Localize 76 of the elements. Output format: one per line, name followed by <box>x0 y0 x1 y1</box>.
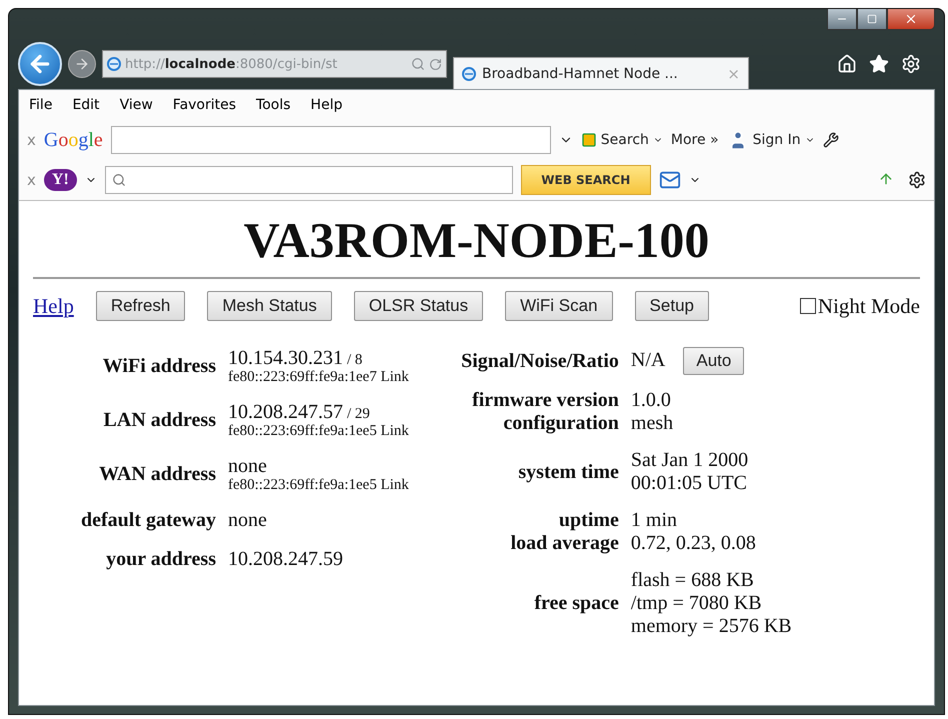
minimize-button[interactable] <box>827 9 857 30</box>
field-value: 1.0.0 <box>630 389 671 412</box>
field-value: 10.208.247.57 <box>228 401 343 424</box>
menu-item[interactable]: View <box>120 97 153 113</box>
netmask: / 8 <box>346 353 362 368</box>
forward-button[interactable] <box>68 50 96 78</box>
field-label: default gateway <box>81 509 216 532</box>
nav-button[interactable]: Mesh Status <box>207 291 332 321</box>
field-value: 00:01:05 UTC <box>630 472 748 495</box>
field-value: 10.154.30.231 <box>228 347 343 370</box>
nav-button[interactable]: OLSR Status <box>354 291 484 321</box>
field-value: none <box>228 509 267 532</box>
ipv6-address: fe80::223:69ff:fe9a:1ee5 Link <box>228 424 409 439</box>
arrow-icon[interactable] <box>878 171 894 187</box>
netmask: / 29 <box>346 407 370 422</box>
search-icon[interactable] <box>411 57 425 71</box>
field-label: free space <box>533 592 619 615</box>
close-button[interactable] <box>887 9 935 30</box>
menu-item[interactable]: Favorites <box>172 97 236 113</box>
mail-icon[interactable] <box>658 169 681 191</box>
field-value: N/A <box>630 349 666 372</box>
maximize-button[interactable] <box>857 9 887 30</box>
menu-item[interactable]: Tools <box>256 97 291 113</box>
search-field[interactable] <box>104 166 513 194</box>
field-value: memory = 2576 KB <box>630 615 792 638</box>
close-icon <box>904 12 918 26</box>
menu-item[interactable]: File <box>29 97 52 113</box>
maximize-icon <box>867 14 877 24</box>
address-field[interactable]: http://localnode:8080/cgi-bin/st <box>102 50 447 78</box>
field-label: configuration <box>502 412 619 435</box>
ipv6-address: fe80::223:69ff:fe9a:1ee5 Link <box>228 478 409 493</box>
tab-title: Broadband-Hamnet Node ... <box>482 66 679 82</box>
field-value: 1 min <box>630 509 678 532</box>
nav-button[interactable]: WiFi Scan <box>505 291 613 321</box>
star-icon[interactable] <box>869 54 889 74</box>
field-value: mesh <box>630 412 674 435</box>
toolbar-logo: Y! <box>44 169 77 191</box>
browser-tab[interactable]: Broadband-Hamnet Node ... × <box>453 57 749 89</box>
search-icon <box>112 173 126 187</box>
search-field[interactable] <box>110 126 551 154</box>
field-value: /tmp = 7080 KB <box>630 592 762 615</box>
field-value: 0.72, 0.23, 0.08 <box>630 532 756 555</box>
back-button[interactable] <box>18 42 62 86</box>
help-link[interactable]: Help <box>33 294 74 318</box>
wrench-icon[interactable] <box>822 132 839 148</box>
field-value: Sat Jan 1 2000 <box>630 449 748 472</box>
search-button[interactable]: Search <box>580 132 663 148</box>
field-label: system time <box>517 460 619 484</box>
field-label: LAN address <box>102 408 216 432</box>
field-value: flash = 688 KB <box>630 569 754 592</box>
checkbox-label: Night Mode <box>818 294 920 318</box>
auto-button[interactable]: Auto <box>683 347 744 375</box>
nav-button[interactable]: Refresh <box>96 291 186 321</box>
field-label: your address <box>105 548 216 571</box>
field-value: none <box>228 455 267 478</box>
menu-item[interactable]: Help <box>310 97 342 113</box>
field-label: WiFi address <box>102 354 216 378</box>
field-label: load average <box>510 532 619 555</box>
settings-icon[interactable] <box>908 171 926 189</box>
nav-button[interactable]: Setup <box>634 291 709 321</box>
sign-in-button[interactable]: Sign In <box>726 129 815 151</box>
forward-arrow-icon <box>74 56 90 72</box>
page-title: VA3ROM-NODE-100 <box>242 211 710 269</box>
field-label: Signal/Noise/Ratio <box>460 350 619 372</box>
ipv6-address: fe80::223:69ff:fe9a:1ee7 Link <box>228 370 409 385</box>
field-label: firmware version <box>471 389 619 412</box>
home-icon[interactable] <box>837 54 857 74</box>
field-label: WAN address <box>98 462 216 486</box>
field-value: 10.208.247.59 <box>228 548 343 571</box>
web-search-button[interactable]: WEB SEARCH <box>520 165 651 195</box>
menu-item[interactable]: Edit <box>72 97 100 113</box>
refresh-icon[interactable] <box>429 58 442 70</box>
toolbar-logo: Google <box>44 128 103 152</box>
more-button[interactable]: More » <box>670 132 719 148</box>
night-mode-checkbox[interactable] <box>800 298 816 314</box>
field-label: uptime <box>558 509 619 532</box>
